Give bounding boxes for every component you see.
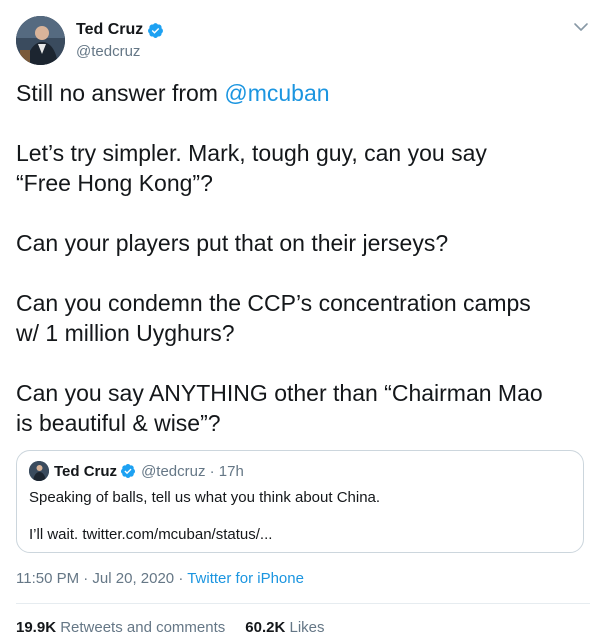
- tweet-line: Can you condemn the CCP’s concentration …: [16, 290, 531, 316]
- quoted-text-line: I’ll wait. twitter.com/mcuban/status/...: [29, 526, 273, 543]
- quoted-handle-time: @tedcruz · 17h: [141, 462, 244, 480]
- likes-stat[interactable]: 60.2K Likes: [245, 619, 324, 636]
- quoted-author-avatar: [29, 461, 49, 481]
- mention-link[interactable]: @mcuban: [224, 80, 329, 106]
- quoted-tweet[interactable]: Ted Cruz @tedcruz · 17h Speaking of ball…: [16, 450, 584, 553]
- author-avatar[interactable]: [16, 16, 65, 65]
- tweet-header: Ted Cruz @tedcruz: [16, 14, 590, 65]
- likes-count: 60.2K: [245, 619, 286, 636]
- tweet-stats: 19.9K Retweets and comments 60.2K Likes: [16, 619, 345, 636]
- tweet-line: Let’s try simpler. Mark, tough guy, can …: [16, 140, 487, 166]
- verified-badge-icon: [147, 22, 164, 39]
- author-names: Ted Cruz @tedcruz: [76, 20, 164, 60]
- chevron-down-icon[interactable]: [572, 18, 590, 36]
- author-display-name[interactable]: Ted Cruz: [76, 21, 143, 39]
- quoted-text-line: Speaking of balls, tell us what you thin…: [29, 489, 381, 506]
- tweet-line: “Free Hong Kong”?: [16, 170, 213, 196]
- author-handle[interactable]: @tedcruz: [76, 43, 164, 60]
- likes-label: Likes: [285, 619, 325, 636]
- retweets-count: 19.9K: [16, 619, 57, 636]
- quoted-tweet-header: Ted Cruz @tedcruz · 17h: [29, 460, 244, 482]
- retweets-stat[interactable]: 19.9K Retweets and comments: [16, 619, 225, 636]
- quoted-author-display-name: Ted Cruz: [54, 462, 118, 480]
- retweets-label: Retweets and comments: [56, 619, 226, 636]
- tweet-text: Still no answer from @mcuban Let’s try s…: [16, 78, 590, 438]
- tweet-line: Can you say ANYTHING other than “Chairma…: [16, 380, 543, 406]
- divider: [16, 603, 590, 604]
- verified-badge-icon: [120, 463, 136, 479]
- tweet-line: w/ 1 million Uyghurs?: [16, 320, 235, 346]
- tweet-timestamp[interactable]: 11:50 PM · Jul 20, 2020 ·: [16, 570, 187, 587]
- tweet-card: Ted Cruz @tedcruz Still no answer from @…: [0, 0, 606, 640]
- tweet-source-link[interactable]: Twitter for iPhone: [187, 570, 304, 587]
- tweet-text-segment: Still no answer from: [16, 80, 225, 106]
- tweet-line: Still no answer from @mcuban: [16, 78, 590, 108]
- tweet-line: Can your players put that on their jerse…: [16, 230, 449, 256]
- profile-photo-icon: [29, 461, 49, 481]
- tweet-line: is beautiful & wise”?: [16, 410, 221, 436]
- profile-photo-icon: [16, 16, 65, 65]
- tweet-meta: 11:50 PM · Jul 20, 2020 · Twitter for iP…: [16, 570, 304, 587]
